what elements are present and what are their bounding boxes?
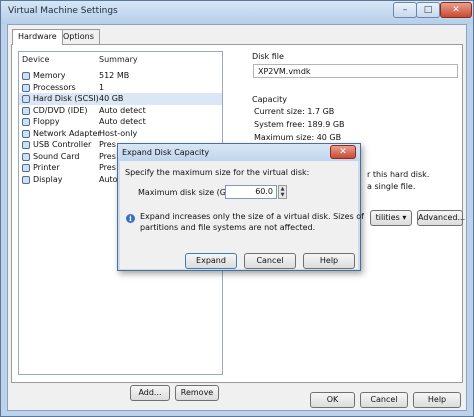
dialog-title-bar[interactable]: Expand Disk Capacity ✕ [118, 144, 360, 161]
device-summary: Pres [99, 151, 116, 161]
device-summary: Auto detect [99, 117, 146, 126]
network-icon [22, 129, 30, 138]
max-disk-size-input[interactable]: 60.0 [225, 185, 277, 199]
device-name: Memory [33, 71, 66, 80]
device-summary: Pres [99, 163, 116, 172]
utilities-button[interactable]: tilities ▾ [370, 210, 412, 226]
column-header-summary[interactable]: Summary [99, 52, 138, 68]
column-header-device[interactable]: Device [22, 52, 49, 68]
device-summary: Auto detect [99, 105, 146, 115]
device-name: Floppy [33, 117, 60, 126]
device-name: Hard Disk (SCSI) [33, 94, 99, 103]
device-name: USB Controller [33, 140, 92, 149]
device-row[interactable]: Network Adapter Host-only [19, 128, 222, 140]
cd-dvd-icon [22, 106, 30, 115]
info-icon: i [126, 214, 135, 223]
device-name: Processors [33, 82, 76, 92]
add-button[interactable]: Add... [130, 385, 170, 401]
system-free-text: System free: 189.9 GB [254, 120, 345, 129]
disk-file-value: XP2VM.vmdk [258, 67, 311, 76]
current-size-text: Current size: 1.7 GB [254, 107, 335, 116]
device-summary: Auto [99, 174, 118, 184]
device-summary: Host-only [99, 128, 138, 138]
maximize-button[interactable]: □ [416, 2, 440, 18]
window-title: Virtual Machine Settings [8, 6, 118, 16]
dialog-close-button[interactable]: ✕ [330, 145, 356, 159]
device-row[interactable]: Hard Disk (SCSI) 40 GB [19, 93, 222, 105]
capacity-label: Capacity [252, 95, 287, 104]
minimize-button[interactable]: – [393, 2, 417, 18]
maximum-size-text: Maximum size: 40 GB [254, 133, 342, 142]
disk-file-field[interactable]: XP2VM.vmdk [253, 64, 458, 78]
device-row[interactable]: Floppy Auto detect [19, 116, 222, 128]
expand-button[interactable]: Expand [185, 253, 237, 269]
dialog-info-line1: Expand increases only the size of a virt… [140, 212, 364, 221]
help-button[interactable]: Help [413, 392, 461, 408]
device-summary: 40 GB [99, 94, 124, 103]
dialog-info-line2: partitions and file systems are not affe… [140, 223, 316, 232]
device-name: Network Adapter [33, 128, 101, 138]
vm-settings-window: Virtual Machine Settings – □ ✕ Hardware … [0, 0, 474, 417]
size-spinner[interactable]: ▲ ▼ [278, 185, 287, 199]
device-name: Display [33, 174, 63, 184]
dialog-cancel-button[interactable]: Cancel [244, 253, 296, 269]
display-icon [22, 175, 30, 184]
ok-button[interactable]: OK [310, 392, 355, 408]
processor-icon [22, 83, 30, 92]
device-name: Printer [33, 163, 60, 172]
dialog-body: Specify the maximum size for the virtual… [120, 161, 364, 269]
device-name: Sound Card [33, 151, 80, 161]
printer-icon [22, 164, 30, 172]
utilities-desc-line2: a single file. [367, 182, 416, 191]
floppy-icon [22, 118, 30, 126]
cancel-button[interactable]: Cancel [360, 392, 408, 408]
dialog-title: Expand Disk Capacity [122, 148, 210, 157]
max-disk-size-label: Maximum disk size (GB): [138, 188, 238, 197]
advanced-button[interactable]: Advanced... [417, 210, 465, 226]
utilities-desc-line1: r this hard disk. [367, 170, 430, 179]
remove-button[interactable]: Remove [175, 385, 219, 401]
device-row[interactable]: Processors 1 [19, 82, 222, 94]
device-row[interactable]: CD/DVD (IDE) Auto detect [19, 105, 222, 117]
device-summary: 1 [99, 82, 105, 92]
hard-disk-icon [22, 95, 30, 103]
title-bar[interactable]: Virtual Machine Settings – □ ✕ [1, 1, 473, 24]
device-summary: 512 MB [99, 71, 130, 80]
tab-hardware[interactable]: Hardware [12, 29, 63, 45]
device-name: CD/DVD (IDE) [33, 105, 88, 115]
device-row[interactable]: Memory 512 MB [19, 70, 222, 82]
dialog-help-button[interactable]: Help [303, 253, 355, 269]
tab-options[interactable]: Options [57, 29, 100, 44]
window-close-button[interactable]: ✕ [440, 2, 472, 18]
expand-disk-dialog: Expand Disk Capacity ✕ Specify the maxim… [117, 143, 364, 271]
device-summary: Pres [99, 140, 116, 149]
usb-icon [22, 141, 30, 149]
disk-file-label: Disk file [252, 52, 284, 61]
sound-card-icon [22, 152, 30, 161]
spin-down-icon[interactable]: ▼ [279, 192, 286, 198]
dialog-prompt: Specify the maximum size for the virtual… [125, 168, 310, 177]
memory-icon [22, 72, 30, 80]
